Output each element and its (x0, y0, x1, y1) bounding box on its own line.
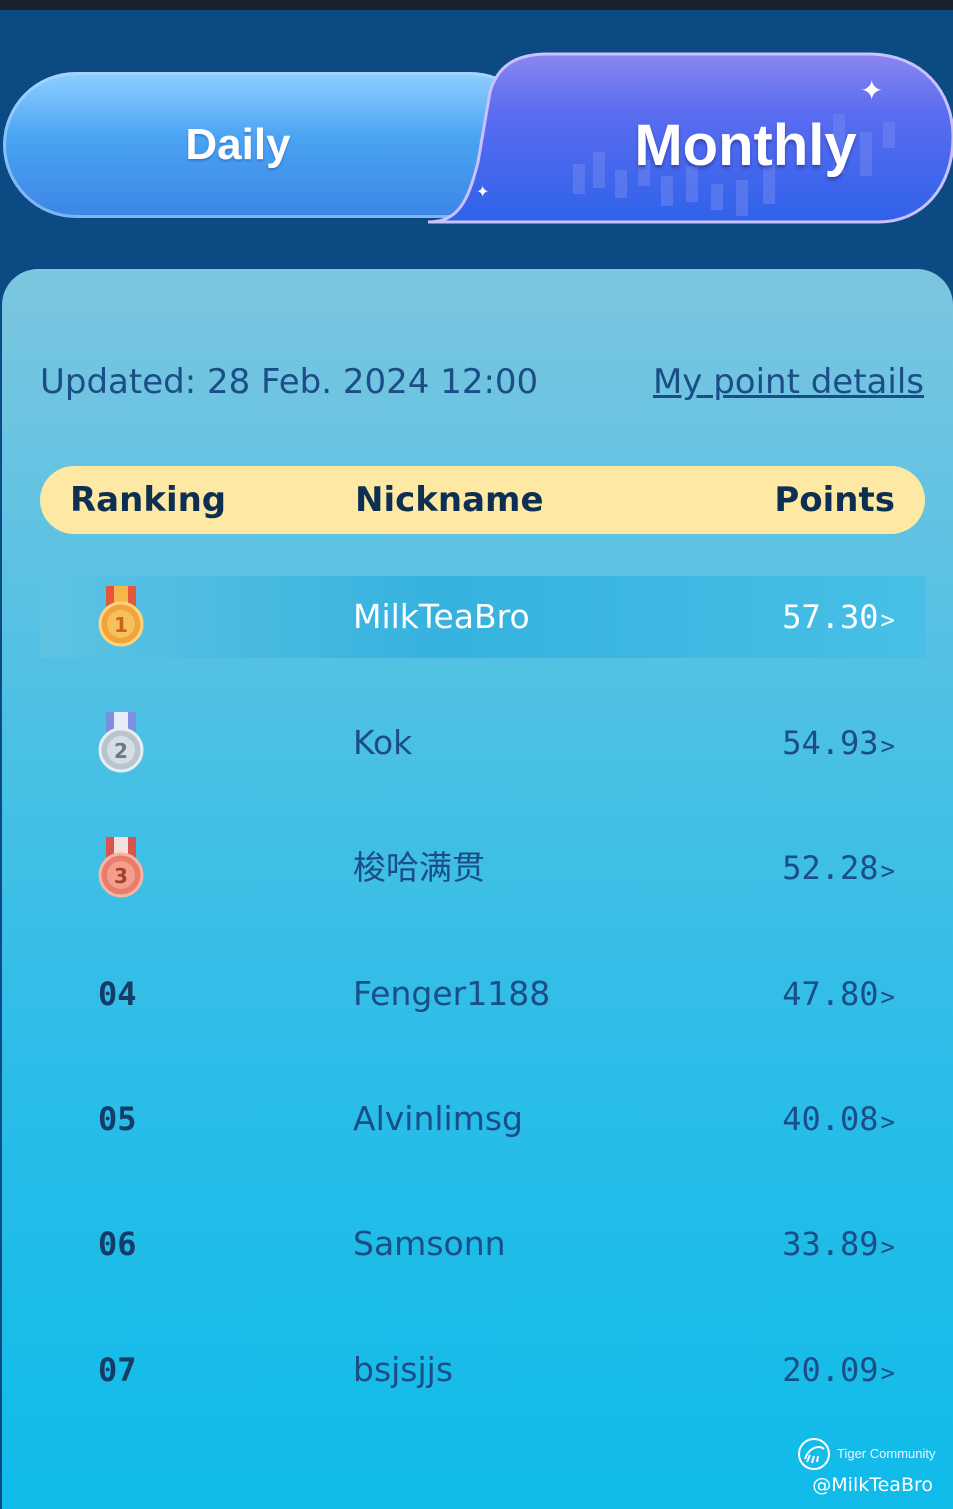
table-row[interactable]: 05 Alvinlimsg 40.08> (40, 1078, 925, 1160)
nickname: Alvinlimsg (353, 1099, 523, 1138)
points-value: 20.09> (782, 1351, 895, 1389)
points-value: 47.80> (782, 975, 895, 1013)
chevron-right-icon: > (880, 1108, 895, 1136)
svg-text:1: 1 (114, 613, 128, 637)
table-row[interactable]: 04 Fenger1188 47.80> (40, 953, 925, 1035)
watermark-handle: @MilkTeaBro (812, 1474, 933, 1496)
chevron-right-icon: > (880, 732, 895, 760)
points-value: 54.93> (782, 724, 895, 762)
column-header-ranking: Ranking (70, 480, 227, 520)
table-row[interactable]: 06 Samsonn 33.89> (40, 1203, 925, 1285)
tab-monthly[interactable]: Monthly ✦ ✦ (428, 52, 953, 224)
bronze-medal-icon: 3 (98, 837, 144, 898)
status-bar-strip (0, 0, 953, 10)
tab-monthly-label: Monthly (634, 112, 857, 178)
svg-text:3: 3 (114, 864, 128, 888)
column-header-nickname: Nickname (355, 480, 544, 520)
table-row[interactable]: 2 Kok 54.93> (40, 702, 925, 784)
nickname: Fenger1188 (353, 974, 551, 1013)
silver-medal-icon: 2 (98, 712, 144, 773)
sparkle-icon: ✦ (860, 74, 884, 107)
nickname: Kok (353, 723, 413, 762)
chevron-right-icon: > (880, 1359, 895, 1387)
points-value: 40.08> (782, 1100, 895, 1138)
sparkle-icon: ✦ (476, 182, 490, 201)
nickname: bsjsjjs (353, 1350, 454, 1389)
gold-medal-icon: 1 (98, 586, 144, 647)
chevron-right-icon: > (880, 1233, 895, 1261)
svg-text:2: 2 (114, 739, 128, 763)
chevron-right-icon: > (880, 606, 895, 634)
tab-daily-label: Daily (185, 120, 291, 169)
table-row[interactable]: 07 bsjsjjs 20.09> (40, 1329, 925, 1411)
watermark-brand: Tiger Community (837, 1446, 936, 1461)
my-point-details-link[interactable]: My point details (653, 362, 924, 402)
rank-number: 06 (98, 1225, 137, 1263)
points-value: 57.30> (782, 598, 895, 636)
nickname: Samsonn (353, 1224, 506, 1263)
nickname: MilkTeaBro (353, 597, 530, 636)
nickname: 梭哈满贯 (353, 848, 485, 887)
rank-number: 04 (98, 975, 137, 1013)
column-header-points: Points (774, 480, 895, 520)
chevron-right-icon: > (880, 983, 895, 1011)
table-header: Ranking Nickname Points (40, 466, 925, 534)
table-row[interactable]: 3 梭哈满贯 52.28> (40, 827, 925, 909)
points-value: 52.28> (782, 849, 895, 887)
updated-timestamp: Updated: 28 Feb. 2024 12:00 (40, 362, 539, 402)
points-value: 33.89> (782, 1225, 895, 1263)
tiger-community-logo-icon (798, 1438, 830, 1470)
table-row[interactable]: 1 MilkTeaBro 57.30> (40, 576, 925, 658)
chevron-right-icon: > (880, 857, 895, 885)
rank-number: 07 (98, 1351, 137, 1389)
rank-number: 05 (98, 1100, 137, 1138)
